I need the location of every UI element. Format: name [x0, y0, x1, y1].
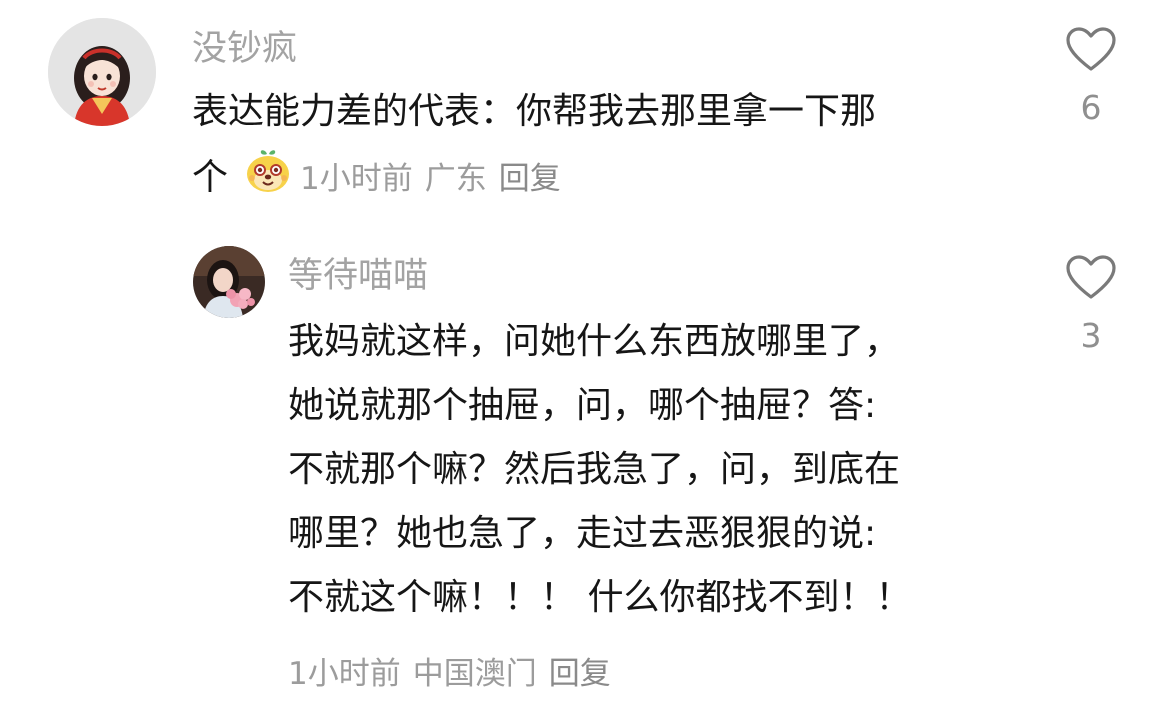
like-button[interactable]: 3 [1061, 254, 1121, 356]
comment-line: 不就这个嘛！！！ 什么你都找不到！！ [288, 577, 912, 618]
comment-text: 表达能力差的代表：你帮我去那里拿一下那 [192, 80, 876, 144]
comment-meta: 1小时前 中国澳门 回复 [288, 654, 611, 694]
comment-location: 中国澳门 [412, 656, 537, 692]
comment-time: 1小时前 [300, 161, 413, 197]
reply-button[interactable]: 回复 [499, 159, 561, 199]
comment-text-last-line: 个 [192, 145, 299, 210]
comment-line: 不就那个嘛？然后我急了，问，到底在 [288, 449, 901, 490]
comment-time: 1小时前 [288, 656, 401, 692]
comment-line: 个 [192, 157, 229, 198]
comment-text: 我妈就这样，问她什么东西放哪里了， 她说就那个抽屉，问，哪个抽屉？答: 不就那个… [288, 310, 911, 630]
comment-location: 广东 [424, 161, 487, 197]
like-count: 3 [1080, 316, 1102, 355]
comment-thread: 没钞疯 表达能力差的代表：你帮我去那里拿一下那 个 1小时前 广东 回复 6 等… [0, 0, 1170, 724]
avatar[interactable] [48, 18, 156, 126]
comment-username[interactable]: 没钞疯 [192, 27, 297, 71]
heart-icon [1066, 255, 1116, 299]
comment-line: 我妈就这样，问她什么东西放哪里了， [288, 321, 901, 362]
comment-username[interactable]: 等待喵喵 [288, 254, 428, 298]
dog-face-emoji-icon [243, 146, 293, 196]
reply-button[interactable]: 回复 [549, 654, 611, 694]
comment-line: 哪里？她也急了，走过去恶狠狠的说: [288, 513, 877, 554]
avatar[interactable] [193, 246, 265, 318]
like-button[interactable]: 6 [1061, 26, 1121, 128]
heart-icon [1066, 27, 1116, 71]
comment-line: 她说就那个抽屉，问，哪个抽屉？答: [288, 385, 877, 426]
like-count: 6 [1080, 88, 1102, 127]
comment-line: 表达能力差的代表：你帮我去那里拿一下那 [192, 91, 877, 132]
comment-meta: 1小时前 广东 回复 [300, 159, 561, 199]
